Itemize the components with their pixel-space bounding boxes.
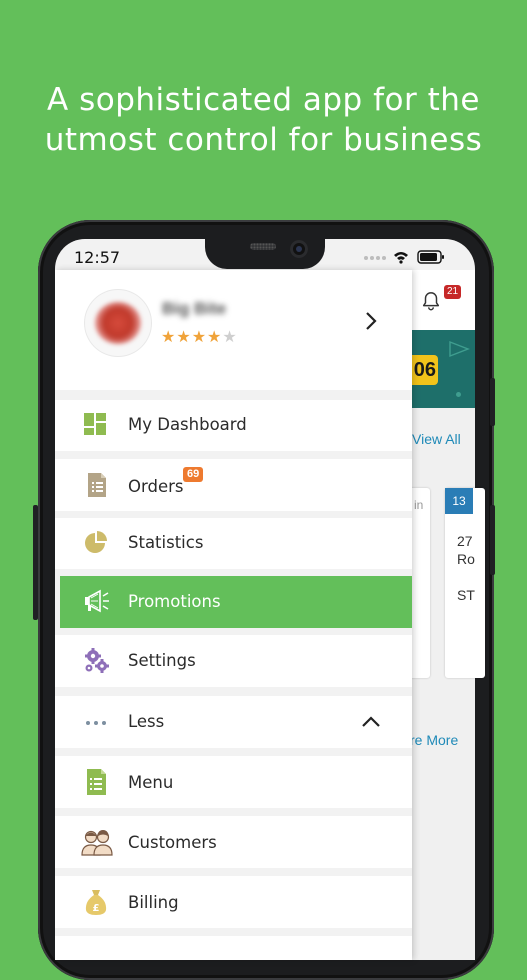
menu-item-settings[interactable]: Settings: [55, 635, 412, 687]
star-filled-icon: ★: [161, 329, 177, 346]
star-filled-icon: ★: [176, 329, 192, 346]
menu-item-customers[interactable]: Customers: [55, 816, 412, 868]
money-bag-icon: £: [84, 888, 112, 916]
menu-item-orders[interactable]: Orders 69: [55, 459, 412, 511]
background-card-text: Ro: [457, 551, 475, 567]
megaphone-icon: [83, 588, 111, 616]
star-filled-icon: ★: [191, 329, 208, 346]
star-filled-icon: ★: [207, 329, 223, 346]
dashboard-icon: [83, 412, 111, 440]
navigation-drawer: Big Bite ★★★★★ My Dashboard Orders 69 St…: [55, 270, 412, 960]
banner-dot: [456, 392, 461, 397]
menu-item-label: Orders: [128, 477, 184, 496]
more-dots-icon: [83, 710, 111, 738]
gears-icon: [83, 647, 111, 675]
menu-item-label: Settings: [128, 651, 196, 670]
background-app-topbar: 21: [412, 270, 475, 330]
background-card-text: 27: [457, 533, 473, 549]
banner-number: 06: [408, 355, 438, 385]
menu-item-statistics[interactable]: Statistics: [55, 518, 412, 569]
background-card-text: ST: [457, 587, 475, 603]
notification-bell-icon[interactable]: [420, 290, 442, 317]
orders-icon: [86, 472, 114, 500]
chevron-up-icon[interactable]: [360, 714, 382, 733]
profile-header[interactable]: Big Bite ★★★★★: [55, 270, 412, 390]
background-app: 21 06 View All in 13 27 Ro ST re More: [400, 270, 485, 960]
view-all-link[interactable]: View All: [412, 431, 461, 447]
background-card-text: in: [414, 498, 424, 512]
phone-side-button: [490, 505, 495, 575]
status-time: 12:57: [74, 248, 121, 267]
customers-icon: [81, 828, 113, 856]
menu-item-billing[interactable]: £ Billing: [55, 876, 412, 928]
background-banner[interactable]: 06: [408, 330, 475, 408]
play-icon: [449, 340, 470, 358]
headline-line-1: A sophisticated app for the: [47, 82, 480, 118]
menu-item-label: Promotions: [128, 592, 221, 611]
menu-item-label: Statistics: [128, 533, 204, 552]
menu-item-label: Customers: [128, 833, 217, 852]
background-card[interactable]: 13 27 Ro ST: [445, 488, 485, 678]
wifi-icon: [394, 252, 408, 264]
menu-book-icon: [85, 768, 113, 796]
chevron-right-icon[interactable]: [363, 310, 379, 337]
menu-item-promotions[interactable]: Promotions: [60, 576, 412, 628]
avatar: [85, 290, 151, 356]
menu-item-label: My Dashboard: [128, 415, 247, 434]
notification-count-badge: 21: [444, 285, 462, 299]
menu-item-label: Less: [128, 712, 165, 731]
menu-item-label: Billing: [128, 893, 179, 912]
svg-text:£: £: [93, 903, 100, 914]
headline: A sophisticated app for the utmost contr…: [0, 80, 527, 160]
business-name: Big Bite: [162, 299, 227, 318]
menu-item-partial[interactable]: [55, 936, 412, 960]
battery-icon: [417, 250, 444, 264]
phone-side-button: [33, 505, 38, 620]
restaurant-logo: [95, 302, 141, 344]
star-empty-icon: ★: [222, 329, 238, 346]
signal-dots-icon: [364, 256, 386, 260]
menu-item-menu[interactable]: Menu: [55, 756, 412, 808]
menu-item-label: Menu: [128, 773, 174, 792]
phone-side-button: [490, 378, 495, 426]
rating-stars: ★★★★★: [161, 327, 238, 347]
menu-item-dashboard[interactable]: My Dashboard: [55, 400, 412, 451]
pie-chart-icon: [83, 530, 111, 558]
headline-line-2: utmost control for business: [44, 122, 483, 158]
explore-more-link[interactable]: re More: [410, 732, 458, 748]
front-camera: [290, 240, 308, 258]
menu-item-less[interactable]: Less: [55, 696, 412, 748]
status-icons: [363, 249, 463, 265]
background-card-tag: 13: [445, 488, 473, 514]
orders-count-badge: 69: [183, 467, 204, 482]
phone-speaker: [250, 243, 276, 250]
